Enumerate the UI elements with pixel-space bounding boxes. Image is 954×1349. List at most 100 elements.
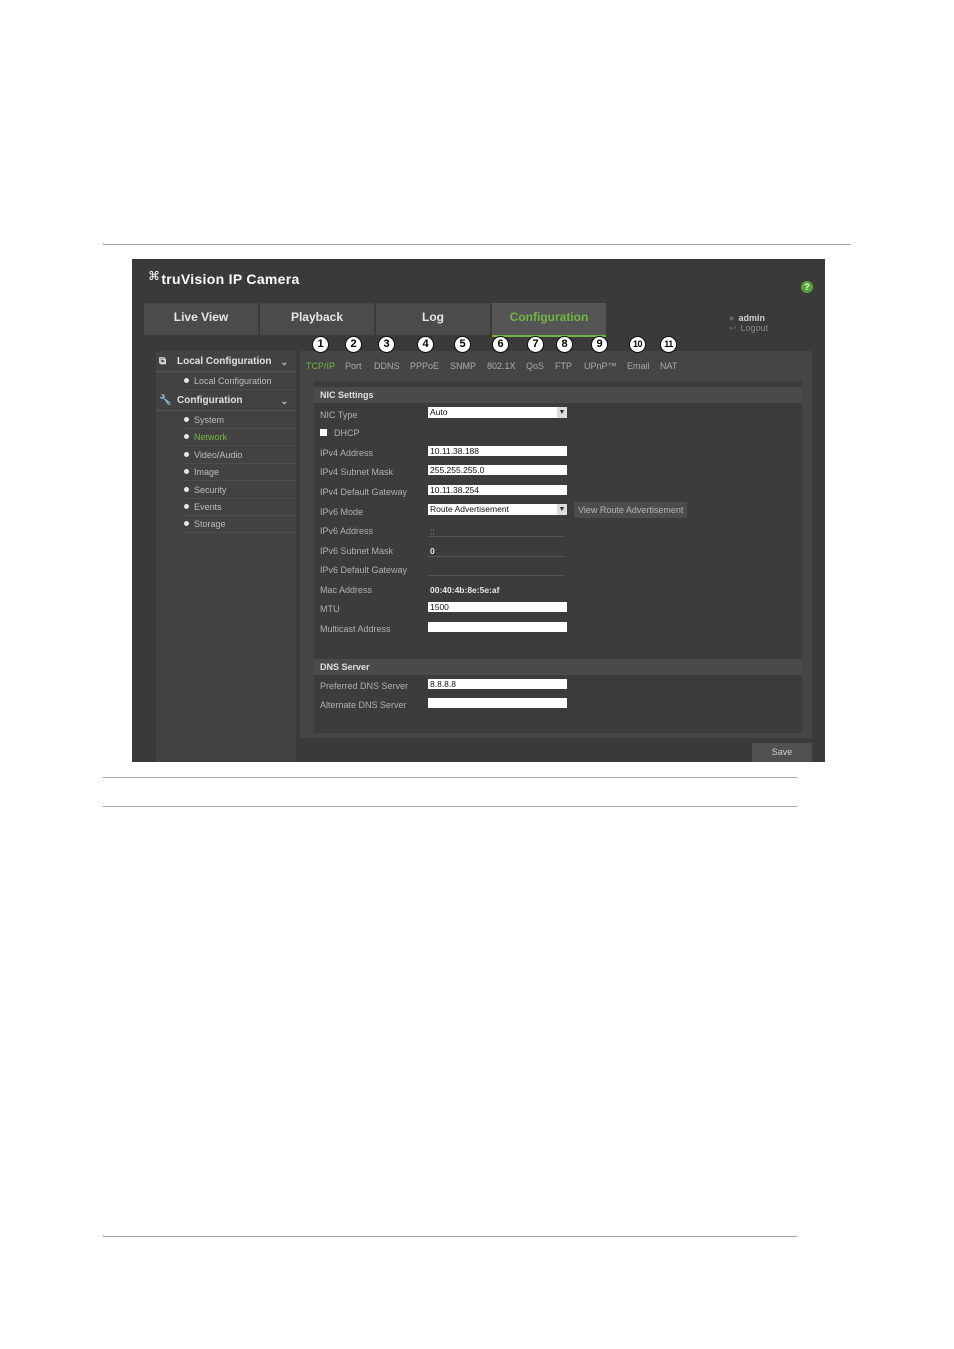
ipv6-address-label: IPv6 Address [320,526,374,536]
callout-6: 6 [492,336,509,353]
top-rule [103,244,851,245]
ipv6-mode-select[interactable]: Route Advertisement ▼ [428,504,567,515]
row-ipv4-gateway: IPv4 Default Gateway 10.11.38.254 [320,484,790,502]
tab-configuration[interactable]: Configuration [492,303,606,337]
sidebar-item-local-configuration[interactable]: Local Configuration [184,373,296,390]
multicast-address-input[interactable] [428,622,567,632]
dns-server-header: DNS Server [314,659,802,675]
sidebar-item-network[interactable]: Network [184,429,296,446]
sidebar-item-security[interactable]: Security [184,482,296,499]
sidebar-item-image[interactable]: Image [184,464,296,481]
dhcp-label: DHCP [334,428,360,438]
ipv4-address-input[interactable]: 10.11.38.188 [428,446,567,456]
ipv4-gateway-input[interactable]: 10.11.38.254 [428,485,567,495]
row-nic-type: NIC Type Auto ▼ [320,407,790,425]
tab-email[interactable]: Email [627,361,650,371]
tab-8021x[interactable]: 802.1X [487,361,516,371]
tab-log[interactable]: Log [376,303,490,335]
wrench-icon: 🔧 [159,395,172,406]
network-subtabs: TCP/IP Port DDNS PPPoE SNMP 802.1X QoS F… [300,351,812,373]
alternate-dns-input[interactable] [428,698,567,708]
tab-playback[interactable]: Playback [260,303,374,335]
callout-3: 3 [378,336,395,353]
row-alternate-dns: Alternate DNS Server [320,697,790,715]
nic-settings-header: NIC Settings [314,387,802,403]
row-ipv6-mode: IPv6 Mode Route Advertisement ▼ View Rout… [320,502,790,522]
callout-7: 7 [527,336,544,353]
row-mac-address: Mac Address 00:40:4b:8e:5e:af [320,582,790,600]
callout-1: 1 [312,336,329,353]
logout-icon: ↩ [729,323,737,333]
callout-8: 8 [556,336,573,353]
username: admin [738,313,765,323]
dropdown-arrow-icon: ▼ [557,504,567,515]
tab-qos[interactable]: QoS [526,361,544,371]
ipv6-address-value: :: [430,526,435,536]
tab-nat[interactable]: NAT [660,361,677,371]
tab-snmp[interactable]: SNMP [450,361,476,371]
callout-9: 9 [591,336,608,353]
sidebar-item-storage[interactable]: Storage [184,516,296,533]
caption-rule-top [103,777,797,778]
ipv6-gateway-label: IPv6 Default Gateway [320,565,408,575]
row-preferred-dns: Preferred DNS Server 8.8.8.8 [320,678,790,696]
logo-mark-icon: ⌘ [148,269,161,283]
tab-port[interactable]: Port [345,361,362,371]
dropdown-arrow-icon: ▼ [557,407,567,418]
tab-live-view[interactable]: Live View [144,303,258,335]
multicast-address-label: Multicast Address [320,624,391,634]
chevron-down-icon: ⌄ [280,396,288,406]
ipv6-mode-label: IPv6 Mode [320,507,364,517]
preferred-dns-label: Preferred DNS Server [320,681,409,691]
user-icon: ● [729,313,735,323]
mtu-label: MTU [320,604,340,614]
ipv4-mask-label: IPv4 Subnet Mask [320,467,394,477]
logout-link[interactable]: ↩ Logout [729,323,782,333]
mtu-input[interactable]: 1500 [428,602,567,612]
sidebar: ⧉ Local Configuration ⌄ Local Configurati… [156,351,296,762]
sidebar-item-system[interactable]: System [184,412,296,429]
view-route-advertisement-button[interactable]: View Route Advertisement [574,502,688,518]
callout-4: 4 [417,336,434,353]
sidebar-header-configuration[interactable]: 🔧 Configuration ⌄ [156,392,296,411]
preferred-dns-input[interactable]: 8.8.8.8 [428,679,567,689]
help-icon[interactable]: ? [801,281,813,293]
mac-address-label: Mac Address [320,585,373,595]
tab-upnp[interactable]: UPnP™ [584,361,617,371]
tab-ddns[interactable]: DDNS [374,361,400,371]
tab-pppoe[interactable]: PPPoE [410,361,439,371]
row-multicast: Multicast Address [320,621,790,639]
row-ipv6-gateway: IPv6 Default Gateway [320,562,790,580]
ipv6-mask-label: IPv6 Subnet Mask [320,546,394,556]
sidebar-item-video-audio[interactable]: Video/Audio [184,447,296,464]
row-dhcp: DHCP [320,425,790,443]
camera-web-ui: ⌘truVision IP Camera ? Live View Playbac… [132,259,825,762]
row-ipv6-mask: IPv6 Subnet Mask 0 [320,543,790,561]
dhcp-checkbox[interactable] [320,429,327,436]
row-mtu: MTU 1500 [320,601,790,619]
tcpip-panel: NIC Settings NIC Type Auto ▼ DHCP IPv4 Ad… [314,381,802,733]
app-logo: ⌘truVision IP Camera [148,269,300,287]
sidebar-header-local-configuration[interactable]: ⧉ Local Configuration ⌄ [156,353,296,372]
callout-5: 5 [454,336,471,353]
ipv6-mask-value: 0 [430,546,435,556]
user-area: ● admin ↩ Logout [729,313,825,334]
callout-11: 11 [660,336,677,353]
tab-ftp[interactable]: FTP [555,361,572,371]
save-button[interactable]: Save [752,743,812,762]
nic-type-select[interactable]: Auto ▼ [428,407,567,418]
row-ipv4-address: IPv4 Address 10.11.38.188 [320,445,790,463]
ipv4-mask-input[interactable]: 255.255.255.0 [428,465,567,475]
nic-type-label: NIC Type [320,410,358,420]
main-nav: Live View Playback Log Configuration ● ad… [144,303,825,337]
ipv4-gateway-label: IPv4 Default Gateway [320,487,408,497]
monitor-settings-icon: ⧉ [159,356,167,367]
sidebar-item-events[interactable]: Events [184,499,296,516]
caption-rule-bottom [103,806,797,807]
chevron-down-icon: ⌄ [280,357,288,367]
mac-address-value: 00:40:4b:8e:5e:af [430,585,500,595]
row-ipv4-mask: IPv4 Subnet Mask 255.255.255.0 [320,464,790,482]
footer-rule [103,1236,797,1237]
callout-2: 2 [345,336,362,353]
tab-tcpip[interactable]: TCP/IP [306,361,335,371]
